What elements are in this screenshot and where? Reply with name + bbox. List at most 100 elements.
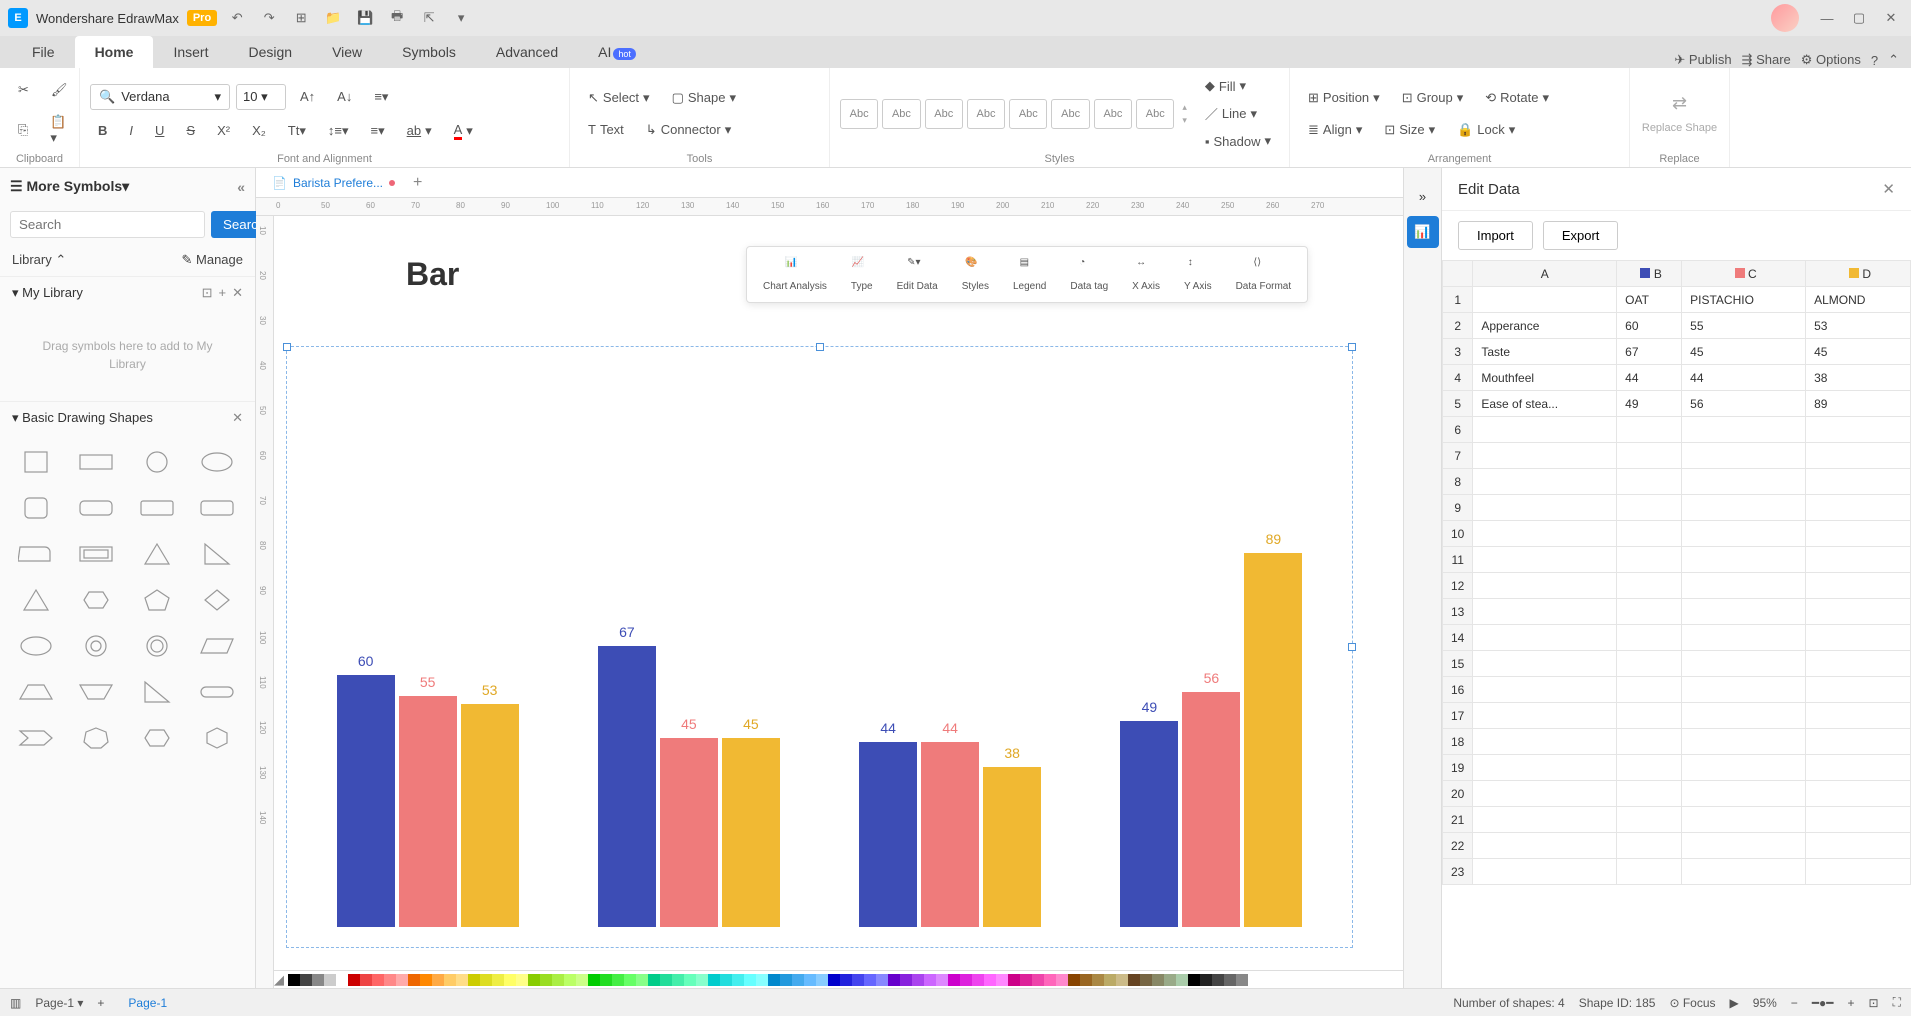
shape-right-tri2[interactable] xyxy=(133,674,181,710)
bullet-icon[interactable]: ≡▾ xyxy=(363,119,393,143)
position-button[interactable]: ⊞ Position▾ xyxy=(1300,86,1388,110)
styles-up-icon[interactable]: ▴ xyxy=(1182,102,1187,113)
undo-icon[interactable]: ↶ xyxy=(225,6,249,30)
minimize-icon[interactable]: — xyxy=(1815,6,1839,30)
manage-button[interactable]: ✎ Manage xyxy=(182,252,244,268)
fullscreen-icon[interactable]: ⛶ xyxy=(1893,995,1901,1010)
chart-xaxis-button[interactable]: ↔X Axis xyxy=(1122,253,1170,296)
style-preset[interactable]: Abc xyxy=(1009,99,1047,129)
close-icon[interactable]: ✕ xyxy=(1879,6,1903,30)
page-tab[interactable]: Page-1 xyxy=(118,993,177,1013)
shape-rect[interactable] xyxy=(72,444,120,480)
shape-donut2[interactable] xyxy=(133,628,181,664)
case-icon[interactable]: Tt▾ xyxy=(280,119,314,143)
focus-button[interactable]: ⊙ Focus xyxy=(1669,996,1715,1010)
text-button[interactable]: T Text xyxy=(580,118,632,141)
shape-trapezoid2[interactable] xyxy=(72,674,120,710)
more-symbols-title[interactable]: ☰ More Symbols▾ xyxy=(10,178,129,195)
shadow-button[interactable]: ▪ Shadow ▾ xyxy=(1197,129,1279,153)
fill-button[interactable]: ◆ Fill ▾ xyxy=(1197,74,1279,98)
font-select[interactable]: 🔍 Verdana ▾ xyxy=(90,84,230,110)
replace-shape-icon[interactable]: ⇄ xyxy=(1672,93,1687,114)
shape-diamond[interactable] xyxy=(193,582,241,618)
strike-icon[interactable]: S xyxy=(178,119,203,142)
chart-plot[interactable]: 605553674545444438495689 xyxy=(286,346,1353,948)
redo-icon[interactable]: ↷ xyxy=(257,6,281,30)
font-color-icon[interactable]: A▾ xyxy=(446,118,481,144)
shape-hexagon[interactable] xyxy=(72,582,120,618)
avatar[interactable] xyxy=(1771,4,1799,32)
more-icon[interactable]: ▾ xyxy=(449,6,473,30)
save-icon[interactable]: 💾 xyxy=(353,6,377,30)
style-preset[interactable]: Abc xyxy=(1094,99,1132,129)
chart-yaxis-button[interactable]: ↕Y Axis xyxy=(1174,253,1222,296)
tab-ai[interactable]: AIhot xyxy=(578,36,656,68)
import-button[interactable]: Import xyxy=(1458,221,1533,250)
mylib-dropzone[interactable]: Drag symbols here to add to My Library xyxy=(12,317,243,393)
add-page-icon[interactable]: + xyxy=(97,996,104,1010)
collapse-right-icon[interactable]: » xyxy=(1407,180,1439,212)
print-icon[interactable]: 🖶 xyxy=(385,6,409,30)
maximize-icon[interactable]: ▢ xyxy=(1847,6,1871,30)
shape-hex3[interactable] xyxy=(193,720,241,756)
tab-symbols[interactable]: Symbols xyxy=(382,36,476,68)
share-button[interactable]: ⇶ Share xyxy=(1742,52,1791,68)
font-size-select[interactable]: 10 ▾ xyxy=(236,84,286,110)
shape-chevron[interactable] xyxy=(12,720,60,756)
select-button[interactable]: ↖ Select ▾ xyxy=(580,86,658,110)
chart-type-button[interactable]: 📈Type xyxy=(841,253,883,296)
help-icon[interactable]: ? xyxy=(1871,53,1878,68)
open-icon[interactable]: 📁 xyxy=(321,6,345,30)
underline-icon[interactable]: U xyxy=(147,119,172,142)
lock-button[interactable]: 🔒 Lock▾ xyxy=(1449,118,1523,142)
mylib-section[interactable]: ▾ My Library xyxy=(12,285,83,301)
chart-panel-icon[interactable]: 📊 xyxy=(1407,216,1439,248)
chart-styles-button[interactable]: 🎨Styles xyxy=(952,253,999,296)
shape-triangle[interactable] xyxy=(133,536,181,572)
library-label[interactable]: Library ⌃ xyxy=(12,252,66,268)
shape-pill[interactable] xyxy=(193,674,241,710)
align-button[interactable]: ≣ Align▾ xyxy=(1300,118,1370,142)
shape-rounded-rect2[interactable] xyxy=(133,490,181,526)
tab-insert[interactable]: Insert xyxy=(153,36,228,68)
rotate-button[interactable]: ⟲ Rotate▾ xyxy=(1477,86,1557,110)
replace-shape-button[interactable]: Replace Shape xyxy=(1642,122,1717,134)
chart-dataformat-button[interactable]: ⟨⟩Data Format xyxy=(1226,253,1302,296)
paste-icon[interactable]: 📋▾ xyxy=(42,110,74,150)
subscript-icon[interactable]: X₂ xyxy=(244,119,274,142)
shape-rounded-rect[interactable] xyxy=(72,490,120,526)
new-tab-button[interactable]: + xyxy=(413,174,422,192)
search-input[interactable] xyxy=(10,211,205,238)
shape-frame[interactable] xyxy=(72,536,120,572)
style-preset[interactable]: Abc xyxy=(967,99,1005,129)
tab-file[interactable]: File xyxy=(12,36,75,68)
cut-icon[interactable]: ✂ xyxy=(10,78,37,102)
group-button[interactable]: ⊡ Group▾ xyxy=(1394,86,1472,110)
shape-circle[interactable] xyxy=(133,444,181,480)
mylib-add-icon[interactable]: + xyxy=(219,285,227,301)
shape-tab[interactable] xyxy=(12,536,60,572)
options-button[interactable]: ⚙ Options xyxy=(1801,52,1861,68)
new-icon[interactable]: ⊞ xyxy=(289,6,313,30)
shape-parallelogram[interactable] xyxy=(193,628,241,664)
collapse-ribbon-icon[interactable]: ⌃ xyxy=(1888,52,1899,68)
highlight-icon[interactable]: ab▾ xyxy=(399,119,440,143)
superscript-icon[interactable]: X² xyxy=(209,119,238,142)
italic-icon[interactable]: I xyxy=(121,119,141,142)
mylib-expand-icon[interactable]: ⊡ xyxy=(202,285,213,301)
chart-editdata-button[interactable]: ✎▾Edit Data xyxy=(887,253,948,296)
shapes-section[interactable]: ▾ Basic Drawing Shapes xyxy=(12,410,153,426)
chart-analysis-button[interactable]: 📊Chart Analysis xyxy=(753,253,837,296)
copy-icon[interactable]: ⎘ xyxy=(10,118,36,142)
shape-triangle2[interactable] xyxy=(12,582,60,618)
chart-datatag-button[interactable]: ◔Data tag xyxy=(1060,253,1118,296)
style-preset[interactable]: Abc xyxy=(925,99,963,129)
tab-advanced[interactable]: Advanced xyxy=(476,36,578,68)
data-grid[interactable]: A B C D1OATPISTACHIOALMOND2Apperance6055… xyxy=(1442,260,1911,988)
export-button[interactable]: Export xyxy=(1543,221,1619,250)
publish-button[interactable]: ✈ Publish xyxy=(1674,52,1731,68)
shape-rounded-rect3[interactable] xyxy=(193,490,241,526)
shape-heptagon[interactable] xyxy=(72,720,120,756)
increase-font-icon[interactable]: A↑ xyxy=(292,85,323,108)
page-view-icon[interactable]: ▥ xyxy=(10,996,21,1010)
